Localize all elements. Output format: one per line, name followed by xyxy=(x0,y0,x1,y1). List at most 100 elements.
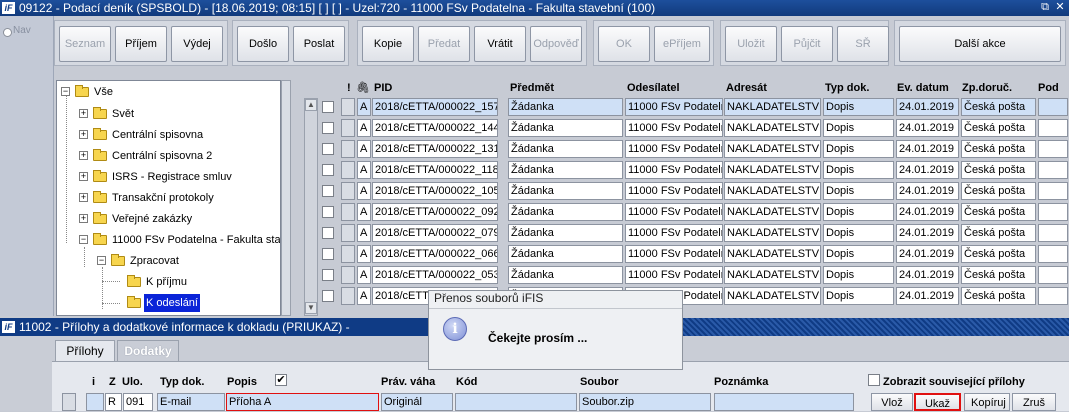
prijem-button[interactable]: Příjem xyxy=(115,26,167,62)
scroll-down-icon[interactable]: ▼ xyxy=(305,302,317,314)
row-marker[interactable] xyxy=(341,161,355,179)
cell-pod[interactable] xyxy=(1038,98,1068,116)
paperclip-icon[interactable]: 🖇 xyxy=(356,80,370,96)
cell-evdatum[interactable]: 24.01.2019 xyxy=(896,119,959,137)
cell-adresat[interactable]: NAKLADATELSTVI xyxy=(724,98,821,116)
tree-item-verejne-zakazky[interactable]: + Veřejné zakázky xyxy=(79,210,279,228)
sr-button[interactable]: SŘ xyxy=(837,26,889,62)
cell-predmet[interactable]: Žádanka xyxy=(508,224,623,242)
col-header-zpdoruc[interactable]: Zp.doruč. xyxy=(962,80,1012,96)
col-header-predmet[interactable]: Předmět xyxy=(510,80,554,96)
row-checkbox[interactable] xyxy=(322,122,334,134)
attachment-kod-cell[interactable] xyxy=(455,393,577,411)
cell-odesilatel[interactable]: 11000 FSv Podateln xyxy=(625,266,723,284)
collapse-icon[interactable]: − xyxy=(97,256,106,265)
cell-zpdoruc[interactable]: Česká pošta xyxy=(961,140,1036,158)
cell-zpdoruc[interactable]: Česká pošta xyxy=(961,98,1036,116)
grid-scrollbar[interactable]: ▲ ▼ xyxy=(304,98,318,316)
cell-typ[interactable]: Dopis xyxy=(823,245,894,263)
cell-predmet[interactable]: Žádanka xyxy=(508,161,623,179)
cell-adresat[interactable]: NAKLADATELSTVI xyxy=(724,224,821,242)
cell-flag[interactable]: A xyxy=(357,182,371,200)
cell-flag[interactable]: A xyxy=(357,287,371,305)
row-marker[interactable] xyxy=(341,224,355,242)
cell-odesilatel[interactable]: 11000 FSv Podateln xyxy=(625,224,723,242)
cell-predmet[interactable]: Žádanka xyxy=(508,203,623,221)
cell-adresat[interactable]: NAKLADATELSTVI xyxy=(724,287,821,305)
tab-dodatky[interactable]: Dodatky xyxy=(117,340,179,361)
row-checkbox[interactable] xyxy=(322,248,334,260)
zrus-button[interactable]: Zruš xyxy=(1012,393,1056,411)
collapse-icon[interactable]: − xyxy=(79,235,88,244)
tree-item-centralni-spisovna-2[interactable]: + Centrální spisovna 2 xyxy=(79,147,279,165)
close-window-icon[interactable]: ✕ xyxy=(1053,1,1067,14)
ulozit-button[interactable]: Uložit xyxy=(725,26,777,62)
cell-flag[interactable]: A xyxy=(357,266,371,284)
poslat-button[interactable]: Poslat xyxy=(293,26,345,62)
cell-typ[interactable]: Dopis xyxy=(823,224,894,242)
cell-adresat[interactable]: NAKLADATELSTVI xyxy=(724,140,821,158)
ukaz-button[interactable]: Ukaž xyxy=(914,393,961,411)
tree-item-zpracovat[interactable]: − Zpracovat xyxy=(97,252,277,270)
cell-typ[interactable]: Dopis xyxy=(823,287,894,305)
tab-prilohy[interactable]: Přílohy xyxy=(55,340,115,361)
row-scroll-up-icon[interactable] xyxy=(62,393,76,411)
attachment-ulo-cell[interactable]: 091 xyxy=(123,393,153,411)
cell-predmet[interactable]: Žádanka xyxy=(508,182,623,200)
row-marker[interactable] xyxy=(341,287,355,305)
cell-pod[interactable] xyxy=(1038,161,1068,179)
cell-odesilatel[interactable]: 11000 FSv Podateln xyxy=(625,245,723,263)
cell-adresat[interactable]: NAKLADATELSTVI xyxy=(724,161,821,179)
show-related-checkbox[interactable] xyxy=(868,374,880,386)
cell-odesilatel[interactable]: 11000 FSv Podateln xyxy=(625,161,723,179)
cell-evdatum[interactable]: 24.01.2019 xyxy=(896,224,959,242)
vydej-button[interactable]: Výdej xyxy=(171,26,223,62)
ok-button[interactable]: OK xyxy=(598,26,650,62)
cell-typ[interactable]: Dopis xyxy=(823,182,894,200)
row-marker[interactable] xyxy=(341,119,355,137)
seznam-button[interactable]: Seznam xyxy=(59,26,111,62)
cell-typ[interactable]: Dopis xyxy=(823,161,894,179)
cell-pod[interactable] xyxy=(1038,119,1068,137)
cell-pod[interactable] xyxy=(1038,266,1068,284)
tree-item-k-odeslani[interactable]: K odeslání xyxy=(115,294,275,312)
restore-window-icon[interactable]: ⧉ xyxy=(1038,1,1052,14)
cell-pid[interactable]: 2018/cETTA/000022_131 xyxy=(372,140,498,158)
attachment-typ-cell[interactable]: E-mail xyxy=(157,393,225,411)
cell-predmet[interactable]: Žádanka xyxy=(508,98,623,116)
cell-odesilatel[interactable]: 11000 FSv Podateln xyxy=(625,140,723,158)
cell-pid[interactable]: 2018/cETTA/000022_157 xyxy=(372,98,498,116)
col-header-typ[interactable]: Typ dok. xyxy=(825,80,869,96)
attachment-prav-vaha-cell[interactable]: Originál xyxy=(381,393,453,411)
cell-flag[interactable]: A xyxy=(357,140,371,158)
cell-odesilatel[interactable]: 11000 FSv Podateln xyxy=(625,203,723,221)
collapse-icon[interactable]: − xyxy=(61,87,70,96)
attachment-soubor-cell[interactable]: Soubor.zip xyxy=(579,393,711,411)
cell-evdatum[interactable]: 24.01.2019 xyxy=(896,287,959,305)
cell-pid[interactable]: 2018/cETTA/000022_144 xyxy=(372,119,498,137)
cell-zpdoruc[interactable]: Česká pošta xyxy=(961,245,1036,263)
predat-button[interactable]: Předat xyxy=(418,26,470,62)
attachment-z-cell[interactable]: R xyxy=(105,393,122,411)
col-header-evdatum[interactable]: Ev. datum xyxy=(897,80,949,96)
cell-evdatum[interactable]: 24.01.2019 xyxy=(896,98,959,116)
kopiruj-button[interactable]: Kopíruj xyxy=(964,393,1010,411)
cell-zpdoruc[interactable]: Česká pošta xyxy=(961,182,1036,200)
tree-item-isrs[interactable]: + ISRS - Registrace smluv xyxy=(79,168,279,186)
cell-pod[interactable] xyxy=(1038,245,1068,263)
tree-item-k-prijmu[interactable]: K příjmu xyxy=(115,273,275,291)
row-marker[interactable] xyxy=(341,266,355,284)
dalsi-akce-button[interactable]: Další akce xyxy=(899,26,1061,62)
row-checkbox[interactable] xyxy=(322,101,334,113)
col-header-pod[interactable]: Pod xyxy=(1038,80,1059,96)
cell-adresat[interactable]: NAKLADATELSTVI xyxy=(724,119,821,137)
row-checkbox[interactable] xyxy=(322,185,334,197)
cell-flag[interactable]: A xyxy=(357,161,371,179)
row-checkbox[interactable] xyxy=(322,290,334,302)
vratit-button[interactable]: Vrátit xyxy=(474,26,526,62)
row-marker[interactable] xyxy=(341,203,355,221)
row-marker[interactable] xyxy=(341,245,355,263)
cell-pid[interactable]: 2018/cETTA/000022_066 xyxy=(372,245,498,263)
row-marker[interactable] xyxy=(341,98,355,116)
expand-icon[interactable]: + xyxy=(79,130,88,139)
